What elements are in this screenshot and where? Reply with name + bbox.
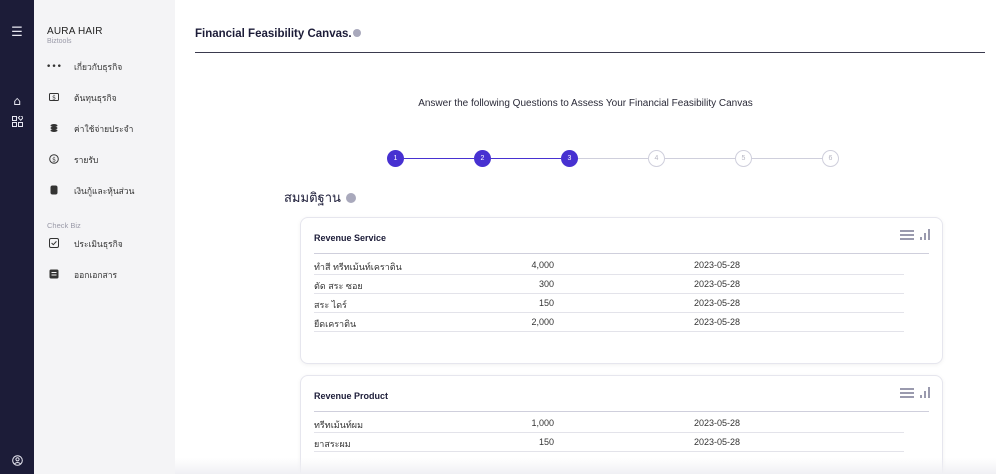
sidebar-item-fixed-expenses[interactable]: ค่าใช้จ่ายประจำ [34, 119, 175, 139]
progress-stepper: 1 2 3 4 5 6 [387, 150, 867, 170]
apps-icon[interactable] [0, 114, 34, 130]
row-name: ตัด สระ ซอย [314, 281, 363, 291]
home-icon[interactable]: ⌂ [0, 94, 34, 108]
loan-icon [34, 185, 74, 198]
checkbox-icon [34, 237, 74, 251]
dots-icon: ••• [46, 62, 62, 72]
bottom-fade [175, 458, 996, 474]
step-connector [491, 158, 561, 159]
document-icon [34, 269, 74, 282]
table-row: ยาสระผม 150 2023-05-28 [314, 433, 904, 452]
row-amount: 150 [538, 437, 554, 447]
income-icon: $ [34, 153, 74, 167]
cost-icon: $ [34, 92, 74, 105]
section-title: สมมติฐาน [284, 187, 356, 208]
coins-icon [34, 123, 74, 136]
step-connector [578, 158, 648, 159]
main-content: Financial Feasibility Canvas. Answer the… [175, 0, 996, 474]
card-title: Revenue Service [314, 233, 387, 243]
sidebar-item-label: ประเมินธุรกิจ [74, 239, 123, 249]
table-row: ยืดเคราติน 2,000 2023-05-28 [314, 313, 904, 332]
row-date: 2023-05-28 [694, 298, 741, 308]
row-name: ทรีทเม้นท์ผม [314, 420, 363, 430]
table-row: ตัด สระ ซอย 300 2023-05-28 [314, 275, 904, 294]
brand-subtitle: Biztools [47, 38, 72, 45]
chart-view-icon[interactable] [920, 229, 932, 240]
card-divider [314, 253, 929, 254]
step-1[interactable]: 1 [387, 150, 404, 167]
table-row: ทำสี ทรีทเม้นท์เคราติน 4,000 2023-05-28 [314, 256, 904, 275]
question-prompt: Answer the following Questions to Assess… [418, 98, 753, 109]
sidebar-item-label: ต้นทุนธุรกิจ [74, 93, 117, 103]
row-date: 2023-05-28 [694, 418, 741, 428]
sidebar-item-label: เกี่ยวกับธุรกิจ [74, 62, 123, 72]
step-2[interactable]: 2 [474, 150, 491, 167]
sidebar-item-income[interactable]: $ รายรับ [34, 150, 175, 170]
step-4[interactable]: 4 [648, 150, 665, 167]
revenue-product-table: ทรีทเม้นท์ผม 1,000 2023-05-28 ยาสระผม 15… [314, 414, 904, 452]
hamburger-menu-icon[interactable]: ☰ [0, 25, 34, 40]
row-amount: 150 [538, 298, 554, 308]
section-label-check-biz: Check Biz [47, 221, 81, 230]
revenue-service-card: Revenue Service ทำสี ทรีทเม้นท์เคราติน 4… [300, 217, 943, 364]
step-6[interactable]: 6 [822, 150, 839, 167]
sidebar-item-label: รายรับ [74, 155, 99, 165]
list-view-icon[interactable] [900, 230, 914, 240]
sidebar-item-label: ค่าใช้จ่ายประจำ [74, 124, 134, 134]
section-title-text: สมมติฐาน [284, 191, 341, 206]
card-divider [314, 411, 929, 412]
list-view-icon[interactable] [900, 388, 914, 398]
step-3[interactable]: 3 [561, 150, 578, 167]
info-icon[interactable] [345, 192, 356, 203]
row-amount: 1,000 [531, 418, 554, 428]
table-row: สระ ไดร์ 150 2023-05-28 [314, 294, 904, 313]
row-date: 2023-05-28 [694, 260, 741, 270]
info-icon[interactable] [352, 28, 361, 37]
sidebar-item-about-business[interactable]: ••• เกี่ยวกับธุรกิจ [34, 57, 175, 77]
chart-view-icon[interactable] [920, 387, 932, 398]
revenue-service-table: ทำสี ทรีทเม้นท์เคราติน 4,000 2023-05-28 … [314, 256, 904, 332]
step-5[interactable]: 5 [735, 150, 752, 167]
row-date: 2023-05-28 [694, 279, 741, 289]
row-name: ยืดเคราติน [314, 319, 357, 329]
row-amount: 300 [538, 279, 554, 289]
svg-text:$: $ [52, 156, 56, 163]
sidebar-item-business-cost[interactable]: $ ต้นทุนธุรกิจ [34, 88, 175, 108]
row-amount: 4,000 [531, 260, 554, 270]
card-actions [900, 387, 932, 398]
icon-rail: ☰ ⌂ [0, 0, 34, 474]
page-title: Financial Feasibility Canvas. [195, 28, 361, 40]
sidebar: AURA HAIR Biztools ••• เกี่ยวกับธุรกิจ $… [34, 0, 175, 474]
row-name: ยาสระผม [314, 439, 351, 449]
step-connector [752, 158, 822, 159]
step-connector [665, 158, 735, 159]
sidebar-item-label: ออกเอกสาร [74, 270, 118, 280]
row-amount: 2,000 [531, 317, 554, 327]
table-row: ทรีทเม้นท์ผม 1,000 2023-05-28 [314, 414, 904, 433]
row-name: สระ ไดร์ [314, 300, 347, 310]
sidebar-item-evaluate-business[interactable]: ประเมินธุรกิจ [34, 234, 175, 254]
page-title-text: Financial Feasibility Canvas. [195, 28, 352, 40]
sidebar-item-loans-partners[interactable]: เงินกู้และหุ้นส่วน [34, 181, 175, 201]
card-title: Revenue Product [314, 391, 389, 401]
row-date: 2023-05-28 [694, 317, 741, 327]
svg-text:$: $ [52, 94, 56, 101]
title-divider [195, 52, 985, 53]
sidebar-item-label: เงินกู้และหุ้นส่วน [74, 186, 135, 196]
step-connector [404, 158, 474, 159]
user-icon[interactable] [0, 455, 34, 469]
brand-name: AURA HAIR [47, 26, 103, 37]
card-actions [900, 229, 932, 240]
row-name: ทำสี ทรีทเม้นท์เคราติน [314, 262, 402, 272]
row-date: 2023-05-28 [694, 437, 741, 447]
sidebar-item-issue-documents[interactable]: ออกเอกสาร [34, 265, 175, 285]
